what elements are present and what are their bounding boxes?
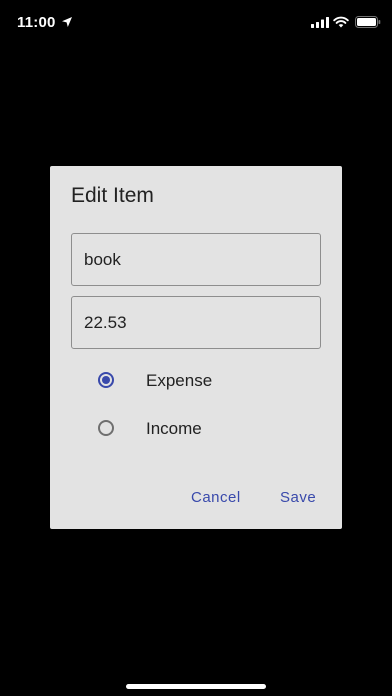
location-arrow-icon	[62, 17, 72, 27]
battery-icon	[355, 16, 381, 28]
income-radio-option[interactable]: Income	[98, 412, 298, 448]
item-amount-field[interactable]	[71, 296, 321, 349]
expense-radio-option[interactable]: Expense	[98, 364, 298, 400]
income-label: Income	[146, 419, 202, 438]
wifi-icon	[333, 16, 349, 28]
cancel-button[interactable]: Cancel	[191, 489, 241, 506]
cellular-signal-icon	[311, 17, 329, 28]
save-button[interactable]: Save	[280, 489, 316, 506]
expense-label: Expense	[146, 371, 213, 390]
status-time: 11:00	[17, 14, 56, 31]
edit-item-dialog: Edit Item Expense Income Cancel Save	[50, 166, 342, 529]
status-bar: 11:00	[0, 0, 392, 46]
dialog-title: Edit Item	[71, 184, 154, 207]
item-name-field[interactable]	[71, 233, 321, 286]
income-radio-button[interactable]	[98, 420, 114, 436]
home-indicator[interactable]	[126, 684, 266, 689]
expense-radio-button[interactable]	[98, 372, 114, 388]
